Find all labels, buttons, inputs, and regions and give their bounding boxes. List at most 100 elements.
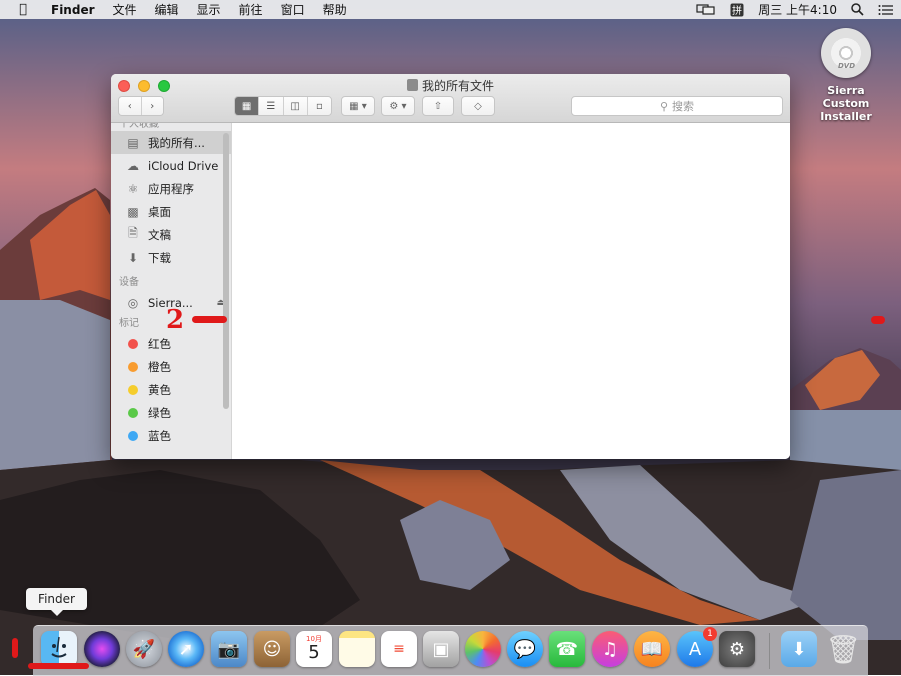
dock-ibooks-icon[interactable]: 📖	[634, 631, 670, 667]
notification-center-icon[interactable]	[871, 4, 901, 16]
sidebar-scrollbar[interactable]	[223, 133, 229, 409]
dock-trash-icon[interactable]: 🗑	[825, 631, 861, 667]
cloud-icon: ☁	[127, 158, 139, 173]
menubar-clock[interactable]: 周三 上午4:10	[751, 1, 844, 18]
downloads-icon: ⬇	[127, 250, 139, 265]
menu-edit[interactable]: 编辑	[146, 1, 188, 18]
dock-itunes-icon[interactable]: ♫	[592, 631, 628, 667]
sidebar-item-documents[interactable]: 🗎 文稿	[111, 223, 231, 246]
sidebar-item-label: 黄色	[148, 382, 171, 397]
documents-icon: 🗎	[128, 226, 138, 240]
dock-contacts-icon[interactable]: ☺	[254, 631, 290, 667]
menu-app-finder[interactable]: Finder	[42, 3, 104, 17]
dvd-disc-icon: DVD	[821, 28, 871, 78]
dvd-label: Sierra Custom Installer	[820, 84, 872, 123]
svg-text:拼: 拼	[732, 4, 742, 17]
sidebar-tag-green[interactable]: 绿色	[111, 401, 231, 424]
sidebar-tag-orange[interactable]: 橙色	[111, 355, 231, 378]
menu-help[interactable]: 帮助	[314, 1, 356, 18]
annotation-mark	[192, 316, 227, 323]
tag-dot-blue	[128, 430, 138, 441]
edit-tags-button[interactable]: ◇	[461, 96, 495, 116]
annotation-mark	[871, 316, 885, 324]
disc-icon: ◎	[127, 295, 139, 310]
menu-file[interactable]: 文件	[104, 1, 146, 18]
sidebar-item-label: 红色	[148, 336, 171, 351]
view-mode-control: ▦ ☰ ◫ ▫	[234, 96, 332, 116]
dock: 🚀 ➚ 📷 ☺ 10月 5 ≡ ▣ 💬 ☎ ♫ 📖 A 1 ⚙ ⬇ 🗑	[33, 625, 868, 676]
annotation-mark	[12, 638, 18, 658]
sidebar-item-label: 应用程序	[148, 181, 194, 196]
finder-sidebar: 个人收藏 ▤ 我的所有... ☁ iCloud Drive ⚛ 应用程序 ▩ 桌…	[111, 123, 232, 459]
sidebar-header-favorites: 个人收藏	[119, 123, 159, 130]
sidebar-item-icloud-drive[interactable]: ☁ iCloud Drive	[111, 154, 231, 177]
menu-bar:  Finder 文件 编辑 显示 前往 窗口 帮助 拼 周三 上午4:10	[0, 0, 901, 19]
tag-dot-yellow	[128, 384, 138, 395]
dock-preview-icon[interactable]: 📷	[211, 631, 247, 667]
dock-safari-icon[interactable]: ➚	[168, 631, 204, 667]
cover-flow-button[interactable]: ▫	[307, 97, 331, 115]
dock-separator	[769, 633, 770, 669]
arrange-button[interactable]: ▦ ▾	[341, 96, 375, 116]
dock-siri-icon[interactable]	[84, 631, 120, 667]
sidebar-item-desktop[interactable]: ▩ 桌面	[111, 200, 231, 223]
app-store-badge: 1	[703, 627, 717, 641]
dock-system-preferences-icon[interactable]: ⚙	[719, 631, 755, 667]
dock-photo-booth-icon[interactable]: ▣	[423, 631, 459, 667]
dock-launchpad-icon[interactable]: 🚀	[126, 631, 162, 667]
sidebar-item-label: 蓝色	[148, 428, 171, 443]
column-view-button[interactable]: ◫	[283, 97, 308, 115]
dock-photos-icon[interactable]	[465, 631, 501, 667]
finder-window: 我的所有文件 ‹ › ▦ ☰ ◫ ▫ ▦ ▾ ⚙ ▾ ⇧ ◇ ⚲ 搜索 个人收藏	[111, 74, 790, 459]
dock-finder-icon[interactable]	[41, 631, 77, 667]
back-button[interactable]: ‹	[119, 97, 142, 115]
menu-view[interactable]: 显示	[188, 1, 230, 18]
input-method-icon[interactable]: 拼	[723, 3, 751, 17]
dock-notes-icon[interactable]	[339, 631, 375, 667]
file-content-area[interactable]	[232, 123, 790, 459]
window-title: 我的所有文件	[111, 77, 790, 94]
dock-downloads-folder-icon[interactable]: ⬇	[781, 631, 817, 667]
sidebar-item-label: 我的所有...	[148, 135, 205, 150]
sidebar-item-label: 绿色	[148, 405, 171, 420]
dock-facetime-icon[interactable]: ☎	[549, 631, 585, 667]
dock-tooltip: Finder	[26, 588, 87, 616]
menu-window[interactable]: 窗口	[272, 1, 314, 18]
window-titlebar[interactable]: 我的所有文件 ‹ › ▦ ☰ ◫ ▫ ▦ ▾ ⚙ ▾ ⇧ ◇ ⚲ 搜索	[111, 74, 790, 123]
sidebar-item-label: 下载	[148, 250, 171, 265]
sidebar-tag-yellow[interactable]: 黄色	[111, 378, 231, 401]
sidebar-item-all-files[interactable]: ▤ 我的所有...	[111, 131, 231, 154]
dock-app-store-icon[interactable]: A 1	[677, 627, 717, 667]
dock-calendar-icon[interactable]: 10月 5	[296, 631, 332, 667]
action-gear-button[interactable]: ⚙ ▾	[381, 96, 415, 116]
sidebar-tag-blue[interactable]: 蓝色	[111, 424, 231, 447]
nav-buttons: ‹ ›	[118, 96, 164, 116]
search-field[interactable]: ⚲ 搜索	[571, 96, 783, 116]
list-view-button[interactable]: ☰	[259, 97, 284, 115]
sidebar-item-label: 桌面	[148, 204, 171, 219]
tag-dot-green	[128, 407, 138, 418]
sidebar-item-label: 橙色	[148, 359, 171, 374]
search-icon: ⚲	[659, 99, 669, 113]
display-mirroring-icon[interactable]	[689, 3, 723, 16]
forward-button[interactable]: ›	[141, 97, 163, 115]
apple-menu-icon[interactable]: 	[12, 2, 34, 17]
sidebar-tag-red[interactable]: 红色	[111, 332, 231, 355]
folder-icon	[406, 79, 418, 91]
dock-messages-icon[interactable]: 💬	[507, 631, 543, 667]
desktop-dvd-installer[interactable]: DVD Sierra Custom Installer	[806, 28, 886, 123]
annotation-number: 2	[166, 305, 185, 335]
sidebar-item-applications[interactable]: ⚛ 应用程序	[111, 177, 231, 200]
applications-icon: ⚛	[127, 181, 139, 196]
window-title-text: 我的所有文件	[421, 79, 494, 93]
dock-reminders-icon[interactable]: ≡	[381, 631, 417, 667]
sidebar-item-label: iCloud Drive	[148, 158, 219, 173]
spotlight-search-icon[interactable]	[844, 3, 871, 16]
sidebar-item-downloads[interactable]: ⬇ 下载	[111, 246, 231, 269]
share-button[interactable]: ⇧	[422, 96, 454, 116]
calendar-day: 5	[308, 642, 320, 663]
icon-view-button[interactable]: ▦	[235, 97, 260, 115]
menu-go[interactable]: 前往	[230, 1, 272, 18]
search-placeholder: 搜索	[672, 100, 695, 113]
dvd-disc-text: DVD	[838, 62, 856, 70]
